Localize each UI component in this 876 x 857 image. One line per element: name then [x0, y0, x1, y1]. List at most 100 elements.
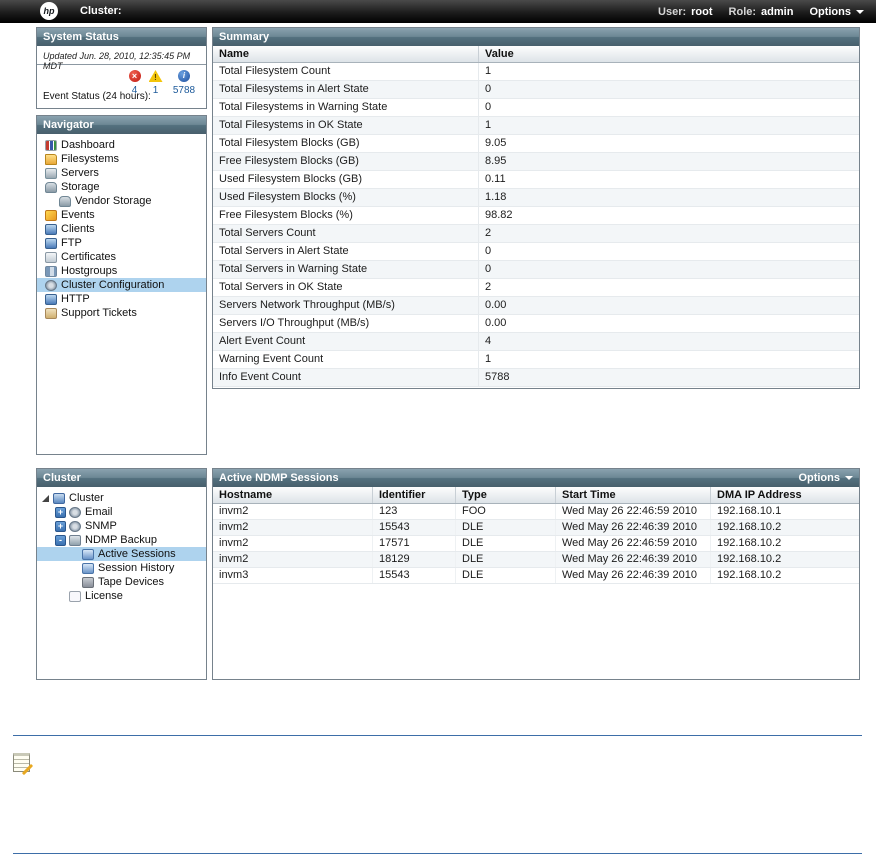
table-row[interactable]: invm2 18129 DLE Wed May 26 22:46:39 2010 192… — [213, 552, 859, 568]
column-header-identifier[interactable]: Identifier — [373, 487, 456, 503]
ndmp-icon — [69, 534, 81, 546]
session-dma-ip: 192.168.10.2 — [717, 537, 782, 549]
servers-icon — [45, 167, 57, 179]
table-row: Used Filesystem Blocks (GB) 0.11 — [213, 171, 859, 189]
table-row: Total Filesystems in OK State 1 — [213, 117, 859, 135]
sidebar-item-label: Servers — [61, 167, 99, 179]
panel-title: Navigator — [43, 119, 94, 131]
alert-counter[interactable]: × 4 — [124, 70, 145, 96]
metric-name: Alert Event Count — [213, 333, 479, 350]
cluster-tree: Cluster + Email + SNMP - NDMP Backup Active Ses… — [37, 487, 206, 603]
tree-item-email[interactable]: + Email — [37, 505, 206, 519]
session-dma-ip: 192.168.10.2 — [717, 521, 782, 533]
table-row: Servers I/O Throughput (MB/s) 0.00 — [213, 315, 859, 333]
table-row[interactable]: invm2 15543 DLE Wed May 26 22:46:39 2010 192… — [213, 520, 859, 536]
metric-name: Warning Event Count — [213, 351, 479, 368]
table-row[interactable]: invm3 15543 DLE Wed May 26 22:46:39 2010 192… — [213, 568, 859, 584]
table-row[interactable]: invm2 123 FOO Wed May 26 22:46:59 2010 192.1… — [213, 504, 859, 520]
warning-counter[interactable]: ! 1 — [145, 70, 166, 96]
metric-value: 1 — [485, 65, 492, 77]
hp-logo-icon: hp — [40, 2, 58, 20]
tree-item-ndmp-backup[interactable]: - NDMP Backup — [37, 533, 206, 547]
top-bar: hp Cluster: User: root Role: admin Optio… — [0, 0, 876, 23]
info-counter[interactable]: i 5788 — [166, 70, 202, 96]
column-header-name[interactable]: Name — [213, 46, 479, 62]
storage-icon — [45, 181, 57, 193]
metric-name: Total Filesystem Count — [213, 63, 479, 80]
tree-expanded-icon[interactable] — [42, 494, 49, 502]
updated-timestamp: Updated Jun. 28, 2010, 12:35:45 PM MDT — [37, 46, 206, 71]
event-status-counters: × 4 ! 1 i 5788 — [124, 70, 202, 96]
tree-expand-icon[interactable]: + — [55, 506, 66, 518]
sidebar-item-filesystems[interactable]: Filesystems — [37, 152, 206, 166]
session-hostname: invm2 — [213, 552, 373, 567]
sidebar-item-dashboard[interactable]: Dashboard — [37, 138, 206, 152]
page-title: Cluster: — [80, 5, 122, 17]
tree-item-session-history[interactable]: Session History — [37, 561, 206, 575]
sessions-icon — [82, 548, 94, 560]
column-header-start-time[interactable]: Start Time — [556, 487, 711, 503]
sidebar-item-ftp[interactable]: FTP — [37, 236, 206, 250]
session-type: FOO — [456, 504, 556, 519]
tree-item-snmp[interactable]: + SNMP — [37, 519, 206, 533]
top-bar-right: User: root Role: admin Options — [658, 0, 864, 23]
column-header-dma-ip[interactable]: DMA IP Address — [711, 487, 859, 503]
ndmp-sessions-panel: Active NDMP Sessions Options Hostname Id… — [212, 468, 860, 680]
sidebar-item-events[interactable]: Events — [37, 208, 206, 222]
options-menu-button[interactable]: Options — [809, 6, 864, 18]
metric-name: Servers Network Throughput (MB/s) — [213, 297, 479, 314]
sidebar-item-cluster-configuration[interactable]: Cluster Configuration — [37, 278, 206, 292]
system-status-header: System Status — [37, 28, 206, 46]
metric-name: Total Filesystem Blocks (GB) — [213, 135, 479, 152]
sidebar-item-vendor-storage[interactable]: Vendor Storage — [37, 194, 206, 208]
metric-value: 0 — [485, 83, 492, 95]
ndmp-table-header: Hostname Identifier Type Start Time DMA … — [213, 487, 859, 504]
sidebar-item-label: Vendor Storage — [75, 195, 152, 207]
sidebar-item-certificates[interactable]: Certificates — [37, 250, 206, 264]
tree-item-active-sessions[interactable]: Active Sessions — [37, 547, 206, 561]
sidebar-item-support-tickets[interactable]: Support Tickets — [37, 306, 206, 320]
table-row[interactable]: invm2 17571 DLE Wed May 26 22:46:59 2010 192… — [213, 536, 859, 552]
sessions-options-button[interactable]: Options — [798, 469, 853, 487]
tree-item-label: SNMP — [85, 520, 117, 532]
tree-collapse-icon[interactable]: - — [55, 534, 66, 546]
metric-name: Total Filesystems in Alert State — [213, 81, 479, 98]
sidebar-item-servers[interactable]: Servers — [37, 166, 206, 180]
tape-icon — [82, 576, 94, 588]
role-value: admin — [761, 5, 794, 18]
sidebar-item-label: Storage — [61, 181, 100, 193]
tree-item-license[interactable]: License — [37, 589, 206, 603]
tree-item-label: Active Sessions — [98, 548, 176, 560]
info-icon: i — [178, 70, 190, 82]
session-start-time: Wed May 26 22:46:39 2010 — [556, 552, 711, 567]
tree-item-tape-devices[interactable]: Tape Devices — [37, 575, 206, 589]
table-row: Total Servers Count 2 — [213, 225, 859, 243]
column-header-hostname[interactable]: Hostname — [213, 487, 373, 503]
column-header-value[interactable]: Value — [479, 46, 859, 62]
metric-value: 2 — [485, 227, 492, 239]
sidebar-item-http[interactable]: HTTP — [37, 292, 206, 306]
column-header-type[interactable]: Type — [456, 487, 556, 503]
horizontal-rule-top — [13, 735, 862, 736]
metric-name: Free Filesystem Blocks (GB) — [213, 153, 479, 170]
app-window: hp Cluster: User: root Role: admin Optio… — [0, 0, 876, 857]
sidebar-item-storage[interactable]: Storage — [37, 180, 206, 194]
cluster-header: Cluster — [37, 469, 206, 487]
metric-name: Total Servers in OK State — [213, 279, 479, 296]
warning-icon: ! — [148, 70, 163, 82]
tree-item-label: Cluster — [69, 492, 104, 504]
navigator-panel: Navigator Dashboard Filesystems Servers Sto… — [36, 115, 207, 455]
sidebar-item-clients[interactable]: Clients — [37, 222, 206, 236]
metric-value: 1 — [485, 119, 492, 131]
cluster-panel: Cluster Cluster + Email + SNMP - NDMP Backup Ac… — [36, 468, 207, 680]
table-row: Free Filesystem Blocks (GB) 8.95 — [213, 153, 859, 171]
panel-title: Summary — [219, 31, 270, 43]
metric-name: Free Filesystem Blocks (%) — [213, 207, 479, 224]
tree-item-cluster[interactable]: Cluster — [37, 491, 206, 505]
session-type: DLE — [456, 552, 556, 567]
session-type: DLE — [456, 568, 556, 583]
options-label: Options — [798, 472, 840, 484]
sidebar-item-hostgroups[interactable]: Hostgroups — [37, 264, 206, 278]
summary-panel: Summary Name Value Total Filesystem Coun… — [212, 27, 860, 389]
tree-expand-icon[interactable]: + — [55, 520, 66, 532]
